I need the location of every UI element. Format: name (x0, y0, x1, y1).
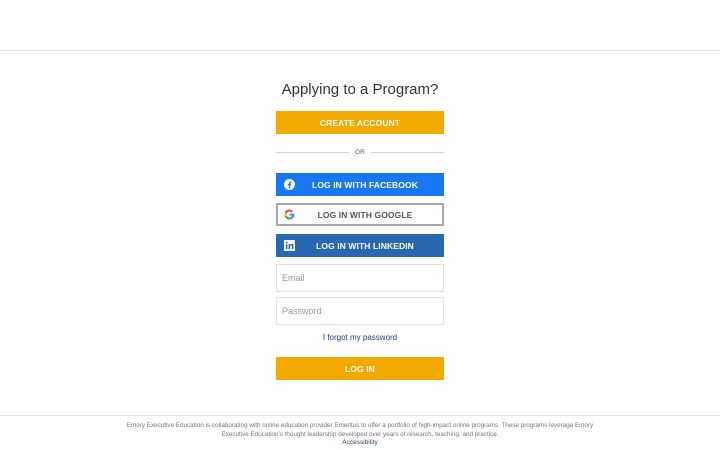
footer-disclaimer: Emory Executive Education is collaborati… (126, 422, 594, 438)
google-login-label: LOG IN WITH GOOGLE (317, 209, 413, 220)
create-account-button[interactable]: CREATE ACCOUNT (276, 111, 444, 134)
divider-line-right (371, 151, 445, 153)
or-divider: OR (276, 147, 445, 157)
password-field[interactable] (276, 297, 444, 325)
linkedin-login-label: LOG IN WITH LINKEDIN (316, 240, 414, 251)
or-divider-text: OR (354, 148, 366, 156)
google-login-button[interactable]: LOG IN WITH GOOGLE (276, 203, 444, 226)
divider-line-left (276, 151, 349, 153)
accessibility-link[interactable]: Accessibility (0, 439, 720, 446)
facebook-login-label: LOG IN WITH FACEBOOK (312, 179, 418, 190)
top-header-bar (0, 0, 720, 51)
page-footer: Emory Executive Education is collaborati… (0, 415, 720, 450)
email-field[interactable] (276, 264, 444, 292)
linkedin-login-button[interactable]: LOG IN WITH LINKEDIN (276, 234, 444, 257)
login-panel: Applying to a Program? CREATE ACCOUNT OR… (0, 51, 720, 415)
login-button[interactable]: LOG IN (276, 357, 444, 380)
facebook-login-button[interactable]: LOG IN WITH FACEBOOK (276, 173, 444, 196)
page-title: Applying to a Program? (281, 81, 439, 98)
forgot-password-link[interactable]: I forgot my password (276, 332, 444, 344)
